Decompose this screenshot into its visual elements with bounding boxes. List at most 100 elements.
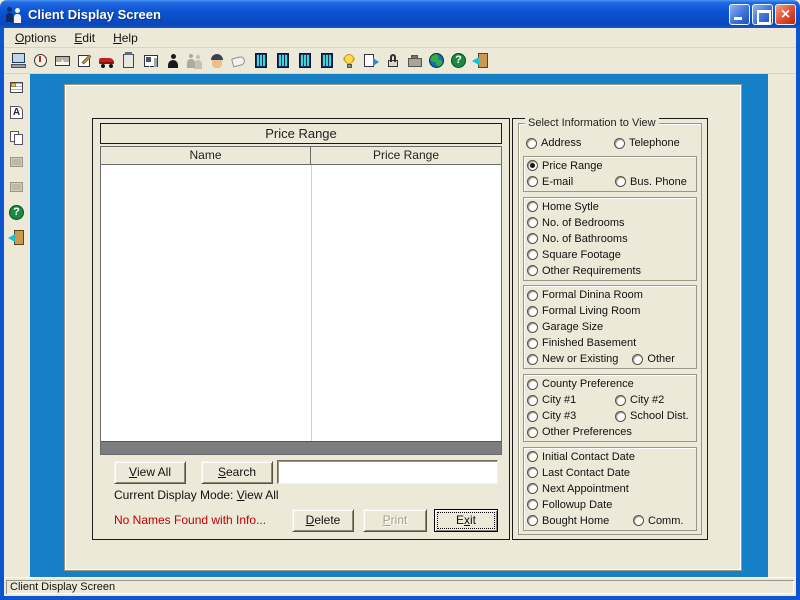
view-all-button[interactable]: View All <box>114 461 186 484</box>
radio-icon <box>526 138 537 149</box>
client-display-window: Client Display Screen Options Edit Help <box>0 0 800 600</box>
toolbar-globe-button[interactable] <box>426 50 448 72</box>
radio-city-1[interactable]: City #1 <box>527 394 615 406</box>
column-header-price-range[interactable]: Price Range <box>311 147 501 164</box>
columns-icon <box>252 52 270 70</box>
radio-city-3[interactable]: City #3 <box>527 410 615 422</box>
radio-bathrooms[interactable]: No. of Bathrooms <box>527 233 628 245</box>
toolbar-car-button[interactable] <box>96 50 118 72</box>
toolbar-contact-button[interactable] <box>206 50 228 72</box>
side-screen-button-1[interactable] <box>6 152 28 174</box>
radio-finished-basement[interactable]: Finished Basement <box>527 337 636 349</box>
radio-square-footage[interactable]: Square Footage <box>527 249 621 261</box>
radio-formal-living-room[interactable]: Formal Living Room <box>527 305 640 317</box>
side-toolbar <box>4 74 30 577</box>
radio-icon <box>527 306 538 317</box>
toolbar-columns-button-4[interactable] <box>316 50 338 72</box>
menubar: Options Edit Help <box>4 28 796 48</box>
print-button[interactable]: Print <box>363 509 427 532</box>
radio-icon <box>527 201 538 212</box>
toolbar-computer-button[interactable] <box>8 50 30 72</box>
radio-icon <box>527 249 538 260</box>
radio-icon <box>633 515 644 526</box>
radio-icon <box>527 379 538 390</box>
delete-button[interactable]: Delete <box>292 509 354 532</box>
radio-price-range[interactable]: Price Range <box>527 160 603 172</box>
radio-address[interactable]: Address <box>526 137 614 149</box>
toolbar-notepad-button[interactable] <box>118 50 140 72</box>
radio-other[interactable]: Other <box>632 353 675 365</box>
radio-other-requirements[interactable]: Other Requirements <box>527 265 641 277</box>
toolbar-people-button[interactable] <box>184 50 206 72</box>
toolbar-send-document-button[interactable] <box>360 50 382 72</box>
radio-icon <box>527 338 538 349</box>
toolbar-camera-button[interactable] <box>404 50 426 72</box>
side-help-button[interactable] <box>6 202 28 224</box>
toolbar-hand-button[interactable] <box>228 50 250 72</box>
toolbar-exit-button[interactable] <box>470 50 492 72</box>
radio-email[interactable]: E-mail <box>527 176 615 188</box>
toolbar-columns-button-2[interactable] <box>272 50 294 72</box>
column-header-name[interactable]: Name <box>101 147 311 164</box>
minimize-button[interactable] <box>729 4 750 25</box>
radio-bus-phone[interactable]: Bus. Phone <box>615 176 687 188</box>
radio-other-preferences[interactable]: Other Preferences <box>527 426 632 438</box>
grid-body[interactable] <box>101 165 501 441</box>
exit-door-icon <box>8 229 26 247</box>
list-frame: Price Range Name Price Range <box>92 118 510 540</box>
radio-home-style[interactable]: Home Sytle <box>527 201 599 213</box>
compose-icon <box>76 52 94 70</box>
side-grid-button[interactable] <box>6 77 28 99</box>
toolbar-newspaper-button[interactable] <box>140 50 162 72</box>
menu-options[interactable]: Options <box>6 29 65 47</box>
client-grid: Name Price Range <box>100 146 502 455</box>
exit-button[interactable]: Exit <box>434 509 498 532</box>
search-controls-row: View All Search <box>100 459 502 485</box>
radio-school-dist[interactable]: School Dist. <box>615 410 689 422</box>
mail-icon <box>54 52 72 70</box>
toolbar-person-button[interactable] <box>162 50 184 72</box>
close-button[interactable] <box>775 4 796 25</box>
radio-last-contact-date[interactable]: Last Contact Date <box>527 467 630 479</box>
status-message: No Names Found with Info... <box>114 513 292 527</box>
toolbar-lock-button[interactable] <box>382 50 404 72</box>
toolbar-columns-button-1[interactable] <box>250 50 272 72</box>
toolbar-compose-button[interactable] <box>74 50 96 72</box>
radio-followup-date[interactable]: Followup Date <box>527 499 612 511</box>
camera-icon <box>406 52 424 70</box>
search-input[interactable] <box>277 460 498 484</box>
radio-icon <box>615 395 626 406</box>
radio-group-home: Home Sytle No. of Bedrooms No. of Bathro… <box>523 197 697 281</box>
toolbar-help-button[interactable] <box>448 50 470 72</box>
radio-bedrooms[interactable]: No. of Bedrooms <box>527 217 625 229</box>
radio-bought-home[interactable]: Bought Home <box>527 515 615 527</box>
menu-help[interactable]: Help <box>104 29 147 47</box>
radio-next-appointment[interactable]: Next Appointment <box>527 483 629 495</box>
contact-face-icon <box>208 52 226 70</box>
side-exit-button[interactable] <box>6 227 28 249</box>
radio-county-preference[interactable]: County Preference <box>527 378 634 390</box>
radio-initial-contact-date[interactable]: Initial Contact Date <box>527 451 635 463</box>
toolbar-mail-button[interactable] <box>52 50 74 72</box>
maximize-button[interactable] <box>752 4 773 25</box>
horizontal-scrollbar[interactable] <box>101 441 501 454</box>
radio-formal-dining-room[interactable]: Formal Dinina Room <box>527 289 643 301</box>
menu-edit[interactable]: Edit <box>65 29 104 47</box>
radio-city-2[interactable]: City #2 <box>615 394 664 406</box>
screen-disabled-icon <box>8 179 26 197</box>
toolbar-columns-button-3[interactable] <box>294 50 316 72</box>
radio-group-dates: Initial Contact Date Last Contact Date N… <box>523 447 697 531</box>
radio-telephone[interactable]: Telephone <box>614 137 680 149</box>
radio-comm[interactable]: Comm. <box>633 515 683 527</box>
radio-new-or-existing[interactable]: New or Existing <box>527 353 618 365</box>
side-font-button[interactable] <box>6 102 28 124</box>
clock-icon <box>32 52 50 70</box>
main-region: Price Range Name Price Range <box>4 74 796 577</box>
radio-garage-size[interactable]: Garage Size <box>527 321 603 333</box>
app-people-icon <box>6 6 23 23</box>
side-screen-button-2[interactable] <box>6 177 28 199</box>
toolbar-clock-button[interactable] <box>30 50 52 72</box>
search-button[interactable]: Search <box>201 461 273 484</box>
side-copy-button[interactable] <box>6 127 28 149</box>
toolbar-lightbulb-button[interactable] <box>338 50 360 72</box>
